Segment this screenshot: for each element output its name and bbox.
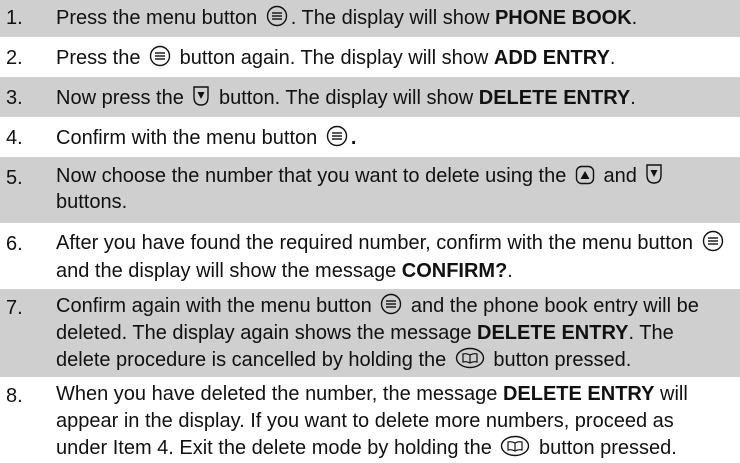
phone-book-button-icon bbox=[455, 347, 485, 369]
down-arrow-button-icon bbox=[192, 85, 210, 107]
step-text: Now press the button. The display will s… bbox=[56, 85, 636, 109]
step-number: 8. bbox=[6, 385, 23, 407]
menu-button-icon bbox=[380, 293, 402, 315]
step-text: Confirm again with the menu button and t… bbox=[56, 293, 699, 371]
step-8: 8. When you have deleted the number, the… bbox=[0, 377, 740, 463]
step-text: When you have deleted the number, the me… bbox=[56, 383, 688, 459]
step-number: 6. bbox=[6, 233, 23, 255]
step-3: 3. Now press the button. The display wil… bbox=[0, 77, 740, 117]
menu-button-icon bbox=[149, 45, 171, 67]
step-text: Confirm with the menu button . bbox=[56, 125, 357, 149]
step-text: Press the menu button . The display will… bbox=[56, 5, 638, 29]
phone-book-button-icon bbox=[500, 435, 530, 457]
step-1: 1. Press the menu button . The display w… bbox=[0, 0, 740, 37]
step-5: 5. Now choose the number that you want t… bbox=[0, 157, 740, 223]
step-number: 7. bbox=[6, 297, 23, 319]
up-arrow-button-icon bbox=[575, 165, 595, 185]
step-number: 1. bbox=[6, 7, 23, 29]
step-number: 4. bbox=[6, 127, 23, 149]
menu-button-icon bbox=[702, 230, 724, 252]
step-number: 5. bbox=[6, 167, 23, 189]
step-number: 2. bbox=[6, 47, 23, 69]
step-text: After you have found the required number… bbox=[56, 229, 730, 285]
step-text: Press the button again. The display will… bbox=[56, 45, 616, 69]
menu-button-icon bbox=[266, 5, 288, 27]
down-arrow-button-icon bbox=[645, 163, 663, 185]
step-text: Now choose the number that you want to d… bbox=[56, 163, 730, 215]
step-4: 4. Confirm with the menu button . bbox=[0, 117, 740, 157]
step-number: 3. bbox=[6, 87, 23, 109]
menu-button-icon bbox=[326, 125, 348, 147]
step-2: 2. Press the button again. The display w… bbox=[0, 37, 740, 77]
step-6: 6. After you have found the required num… bbox=[0, 223, 740, 289]
step-7: 7. Confirm again with the menu button an… bbox=[0, 289, 740, 377]
